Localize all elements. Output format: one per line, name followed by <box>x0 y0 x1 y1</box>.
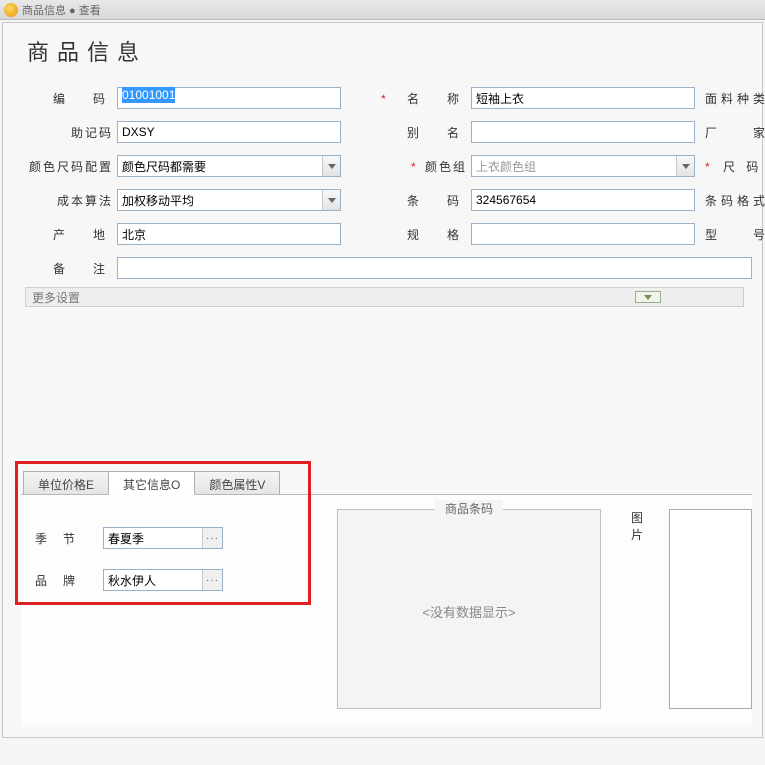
origin-input[interactable] <box>117 223 341 245</box>
expand-toggle[interactable] <box>635 291 661 303</box>
label-origin: 产 地 <box>13 226 117 243</box>
chevron-down-icon[interactable] <box>322 190 340 210</box>
label-factory: 厂 家 <box>705 124 765 141</box>
remarks-input[interactable] <box>117 257 752 279</box>
tab-otherinfo[interactable]: 其它信息O <box>108 471 195 495</box>
spec-input[interactable] <box>471 223 695 245</box>
label-fabric: 面料种类 <box>705 90 765 107</box>
more-settings-label: 更多设置 <box>32 289 80 306</box>
image-label: 图片 <box>631 509 665 543</box>
app-icon <box>4 3 18 17</box>
form-area: 编 码 01001001 * 名 称 面料种类 助记码 别 名 厂 家 <box>3 81 762 285</box>
brand-lookup[interactable]: 秋水伊人 ··· <box>103 569 223 591</box>
label-costmethod: 成本算法 <box>13 192 117 209</box>
image-groupbox: 图片 <box>631 509 752 709</box>
mnemonic-input[interactable] <box>117 121 341 143</box>
image-frame[interactable] <box>669 509 752 709</box>
label-barcodefmt: 条码格式 <box>705 192 765 209</box>
label-season: 季节 <box>35 530 103 547</box>
colorgroup-combo[interactable]: 上衣颜色组 <box>471 155 695 177</box>
label-spec: 规 格 <box>367 226 471 243</box>
tab-content: 季节 春夏季 ··· 品牌 秋水伊人 ··· 商品条码 <没有数据显示> 图片 <box>21 494 752 727</box>
label-colorsize: 颜色尺码配置 <box>13 158 117 175</box>
chevron-down-icon[interactable] <box>676 156 694 176</box>
label-alias: 别 名 <box>367 124 471 141</box>
label-remarks: 备 注 <box>13 260 117 277</box>
label-sizegroup: * 尺 码 组 <box>705 158 765 175</box>
main-panel: 商品信息 编 码 01001001 * 名 称 面料种类 助记码 别 名 <box>2 22 763 738</box>
label-name: * 名 称 <box>367 90 471 107</box>
barcode-groupbox: 商品条码 <没有数据显示> <box>337 509 601 709</box>
ellipsis-icon[interactable]: ··· <box>202 528 222 548</box>
tab-colorattr[interactable]: 颜色属性V <box>194 471 280 495</box>
label-mnemonic: 助记码 <box>13 124 117 141</box>
barcode-group-title: 商品条码 <box>435 500 503 517</box>
costmethod-combo[interactable]: 加权移动平均 <box>117 189 341 211</box>
tab-unitprice[interactable]: 单位价格E <box>23 471 109 495</box>
chevron-down-icon[interactable] <box>322 156 340 176</box>
barcode-empty-text: <没有数据显示> <box>338 602 600 621</box>
colorsize-combo[interactable]: 颜色尺码都需要 <box>117 155 341 177</box>
label-brand: 品牌 <box>35 572 103 589</box>
code-input[interactable]: 01001001 <box>117 87 341 109</box>
title-bar-text: 商品信息 ● 查看 <box>22 2 101 18</box>
tab-strip: 单位价格E 其它信息O 颜色属性V <box>23 471 279 495</box>
label-barcode: 条 码 <box>367 192 471 209</box>
barcode-input[interactable] <box>471 189 695 211</box>
alias-input[interactable] <box>471 121 695 143</box>
label-colorgroup: * 颜色组 <box>367 158 471 175</box>
more-settings-bar[interactable]: 更多设置 <box>25 287 744 307</box>
ellipsis-icon[interactable]: ··· <box>202 570 222 590</box>
page-title: 商品信息 <box>3 23 762 81</box>
label-code: 编 码 <box>13 90 117 107</box>
label-model: 型 号 <box>705 226 765 243</box>
title-bar: 商品信息 ● 查看 <box>0 0 765 20</box>
season-lookup[interactable]: 春夏季 ··· <box>103 527 223 549</box>
name-input[interactable] <box>471 87 695 109</box>
